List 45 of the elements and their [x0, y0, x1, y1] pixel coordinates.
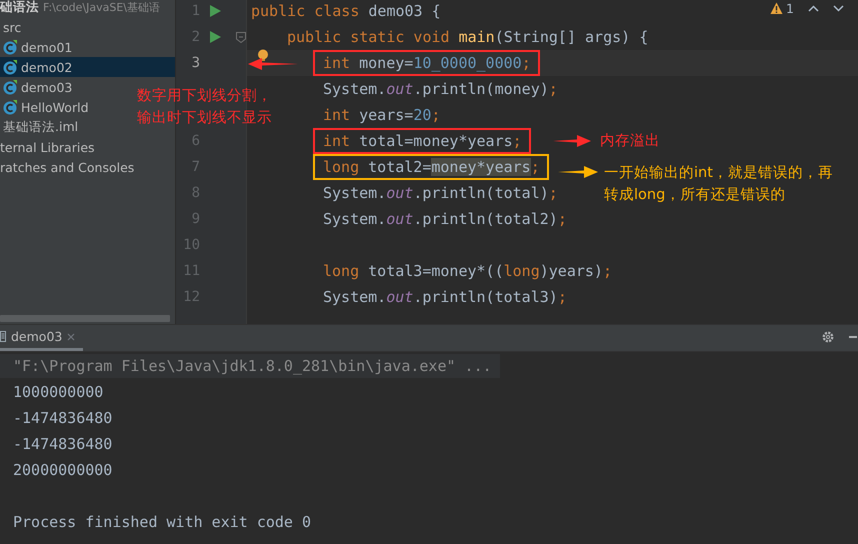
module-path: F:\code\JavaSE\基础语 — [43, 0, 160, 14]
console-output: 20000000000 — [12, 460, 112, 481]
tree-item[interactable]: ratches and Consoles — [0, 157, 134, 177]
annotation-note: 一开始输出的int，就是错误的，再转成long，所有还是错误的 — [604, 164, 834, 205]
console-icon — [0, 330, 6, 343]
code-line: long total2=money*years; — [323, 157, 540, 178]
code-line: long total3=money*((long)years); — [323, 261, 612, 282]
class-icon — [3, 80, 17, 94]
code-line: int years=20; — [323, 105, 440, 126]
warning-count[interactable]: 1 — [770, 1, 794, 16]
tree-item[interactable]: 础语法 F:\code\JavaSE\基础语 — [0, 0, 160, 17]
annotation-note: 数字用下划线分割，输出时下划线不显示 — [137, 86, 273, 128]
code-line: public class demo03 { — [251, 1, 441, 22]
console-output: -1474836480 — [12, 408, 112, 429]
class-icon — [3, 100, 17, 114]
console-output: -1474836480 — [12, 434, 112, 455]
tree-item[interactable]: demo03 — [0, 77, 72, 97]
previous-icon[interactable] — [808, 4, 819, 13]
code-line: System.out.println(money); — [323, 79, 558, 100]
tree-item[interactable]: 基础语法.iml — [0, 117, 78, 137]
code-line: System.out.println(total2); — [323, 209, 567, 230]
code-line: public static void main(String[] args) { — [287, 27, 648, 48]
tree-item[interactable]: demo01 — [0, 37, 72, 57]
annotation-note: 内存溢出 — [600, 132, 660, 151]
next-icon[interactable] — [833, 4, 844, 13]
fold-icon[interactable] — [236, 32, 246, 43]
line-number: 3 — [190, 55, 200, 71]
tree-item[interactable]: HelloWorld — [0, 97, 89, 117]
tree-item[interactable]: demo02 — [0, 57, 72, 77]
console-output: Process finished with exit code 0 — [12, 512, 312, 533]
class-icon — [3, 40, 17, 54]
run-icon[interactable] — [210, 31, 221, 43]
settings-icon[interactable] — [821, 330, 835, 344]
code-line: int total=money*years; — [323, 131, 522, 152]
code-line: System.out.println(total); — [323, 183, 558, 204]
console-output: 1000000000 — [12, 382, 104, 403]
code-line: System.out.println(total3); — [323, 287, 567, 308]
tree-item[interactable]: ternal Libraries — [0, 137, 95, 157]
bulb-icon[interactable] — [257, 49, 269, 61]
tree-item[interactable]: src — [0, 17, 22, 37]
run-tab[interactable]: demo03 — [0, 325, 84, 351]
run-icon[interactable] — [210, 5, 221, 17]
class-icon — [3, 60, 17, 74]
scrollbar[interactable] — [0, 315, 170, 322]
code-line: int money=10_0000_0000; — [323, 53, 531, 74]
